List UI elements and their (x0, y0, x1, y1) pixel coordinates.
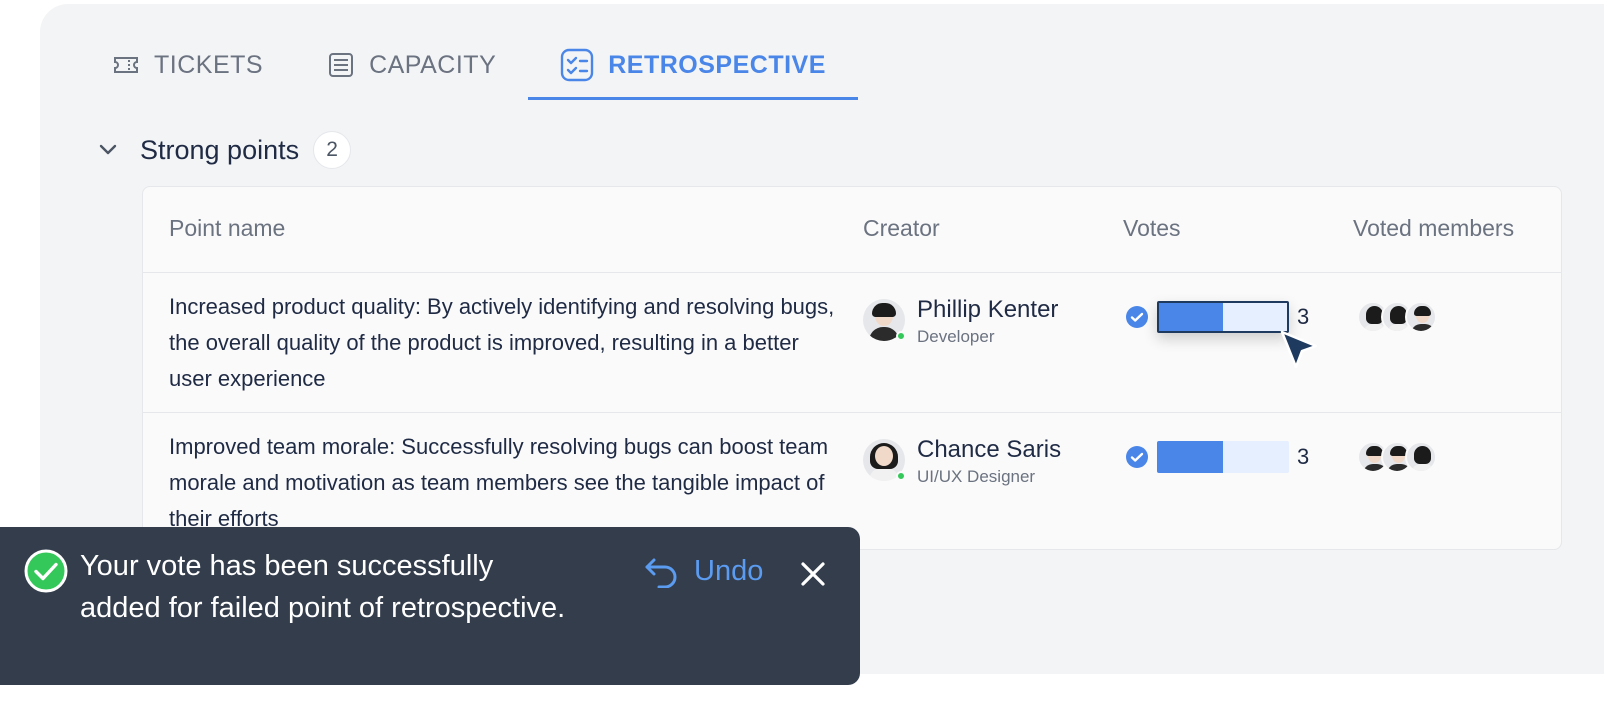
toast-message: Your vote has been successfully added fo… (80, 550, 566, 624)
online-status-dot (896, 331, 906, 341)
section-header: Strong points 2 (96, 130, 352, 170)
check-circle-icon[interactable] (1125, 305, 1149, 329)
column-header-creator: Creator (863, 215, 940, 241)
vote-bar-fill (1157, 441, 1223, 473)
tab-retrospective-label: RETROSPECTIVE (608, 50, 826, 79)
count-badge: 2 (313, 131, 352, 169)
online-status-dot (896, 471, 906, 481)
vote-count: 3 (1297, 304, 1310, 329)
creator-role: Developer (917, 327, 995, 346)
checklist-icon (561, 48, 594, 82)
point-name: Improved team morale: Successfully resol… (169, 434, 829, 531)
list-icon (329, 53, 354, 77)
avatar (863, 439, 906, 481)
check-circle-icon[interactable] (1125, 445, 1149, 469)
creator-cell: Chance Saris UI/UX Designer (863, 435, 1061, 487)
tab-capacity[interactable]: CAPACITY (295, 30, 528, 100)
tab-retrospective[interactable]: RETROSPECTIVE (528, 30, 858, 100)
section-title: Strong points (140, 134, 300, 165)
column-header-point: Point name (169, 215, 286, 241)
creator-role: UI/UX Designer (917, 467, 1036, 486)
member-avatar (1405, 441, 1437, 473)
success-toast: Your vote has been successfully added fo… (0, 527, 860, 685)
undo-button[interactable]: Undo (644, 555, 763, 588)
vote-count: 3 (1297, 444, 1310, 469)
tab-capacity-label: CAPACITY (369, 50, 497, 79)
points-table: Point name Creator Votes Voted members I… (142, 186, 1562, 550)
tab-tickets[interactable]: TICKETS (80, 30, 295, 100)
chevron-down-icon[interactable] (96, 138, 120, 162)
creator-name: Chance Saris (917, 436, 1062, 463)
table-header: Point name Creator Votes Voted members (143, 187, 1561, 273)
point-name: Increased product quality: By actively i… (169, 294, 835, 391)
undo-label: Undo (694, 555, 764, 587)
column-header-members: Voted members (1353, 215, 1515, 241)
votes-cell: 3 (1125, 441, 1309, 473)
tab-tickets-label: TICKETS (154, 50, 264, 79)
member-avatar (1405, 301, 1437, 333)
close-icon[interactable] (798, 559, 828, 589)
creator-cell: Phillip Kenter Developer (863, 295, 1058, 347)
vote-bar[interactable] (1157, 301, 1289, 333)
creator-name: Phillip Kenter (917, 296, 1059, 323)
column-header-votes: Votes (1123, 215, 1181, 241)
success-check-icon (24, 549, 68, 593)
vote-bar-fill (1159, 303, 1223, 331)
table-row: Increased product quality: By actively i… (143, 273, 1561, 413)
undo-icon (645, 558, 677, 588)
mouse-pointer-icon (1280, 330, 1318, 369)
ticket-icon (114, 57, 138, 73)
voted-members (1357, 441, 1437, 473)
tab-bar: TICKETS CAPACITY RETROSPECTIVE (80, 30, 858, 100)
vote-bar[interactable] (1157, 441, 1289, 473)
votes-cell: 3 (1125, 301, 1309, 333)
avatar (863, 299, 906, 341)
voted-members (1357, 301, 1437, 333)
